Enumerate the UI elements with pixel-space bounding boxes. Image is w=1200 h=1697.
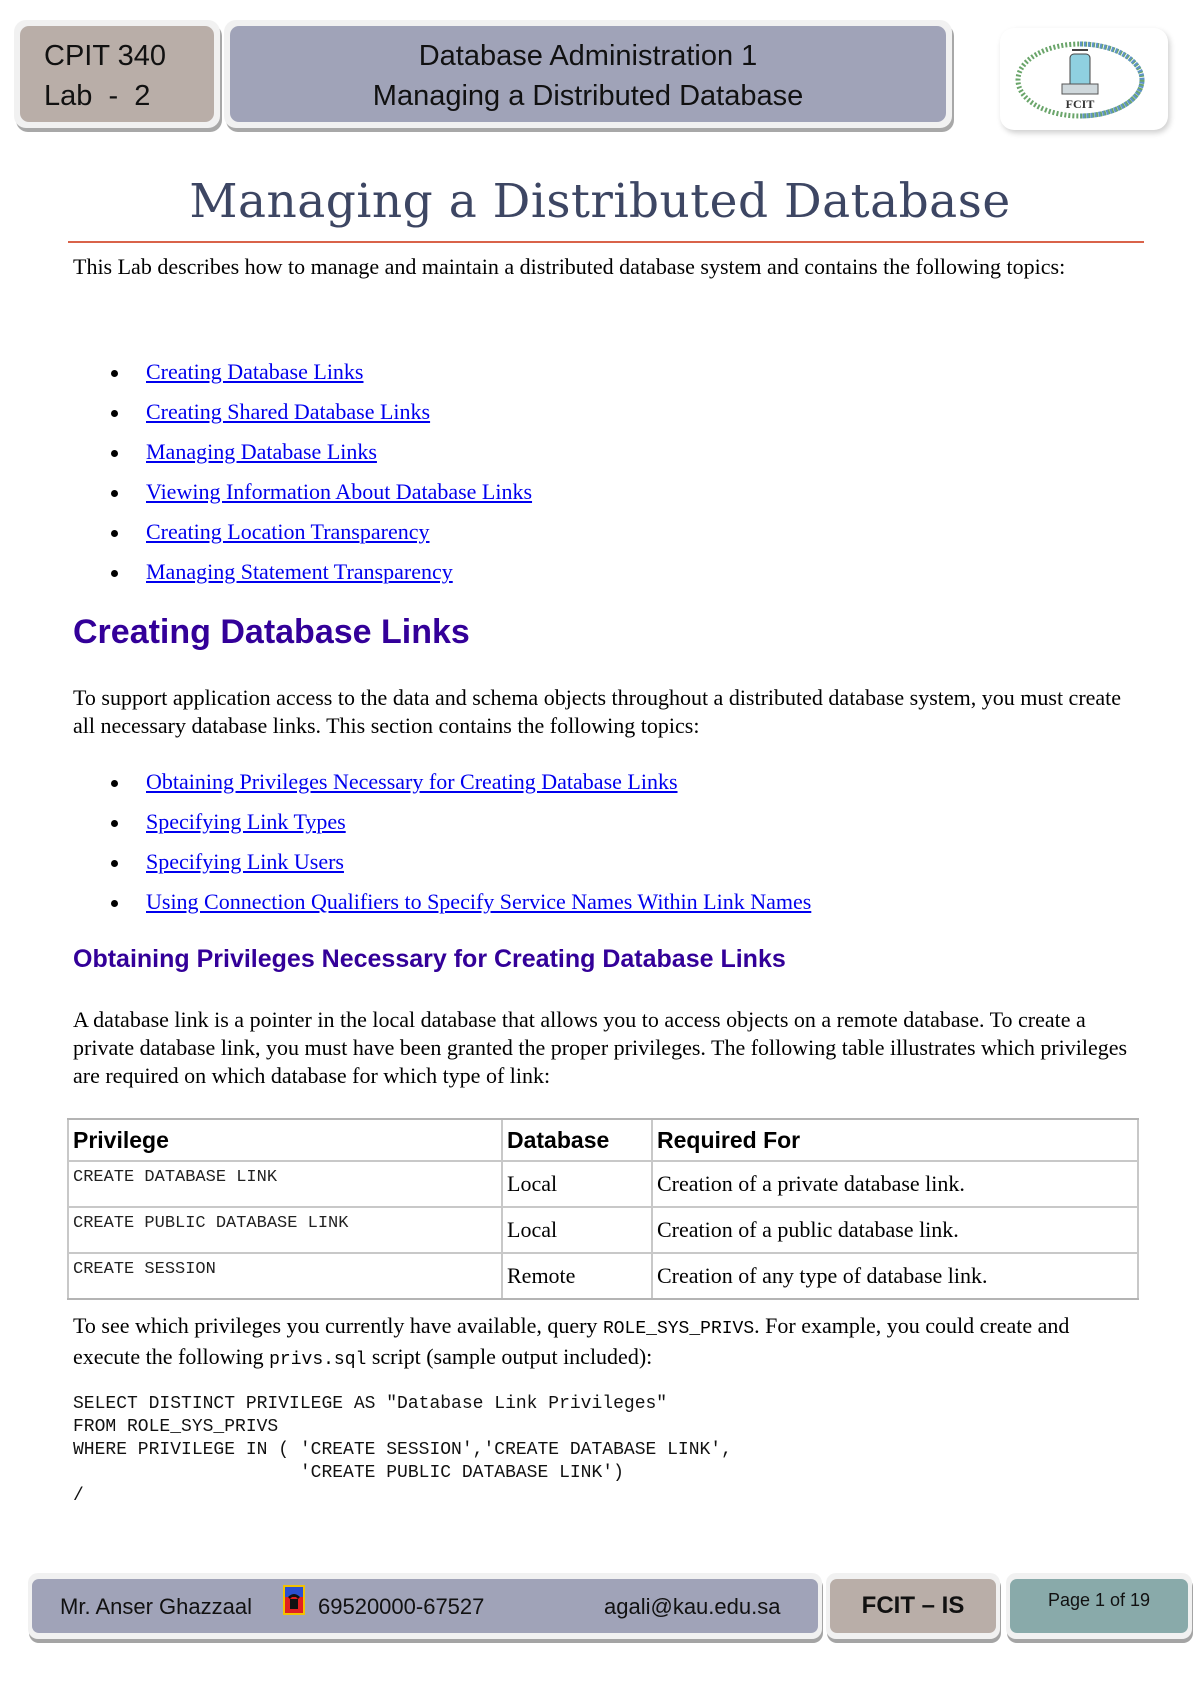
cell-database: Remote (503, 1254, 653, 1298)
query-paragraph: To see which privileges you currently ha… (73, 1312, 1133, 1374)
phone-number: 69520000-67527 (318, 1594, 485, 1619)
cell-privilege: CREATE SESSION (67, 1254, 503, 1298)
list-item: Viewing Information About Database Links (73, 478, 532, 518)
course-title-box: Database Administration 1 Managing a Dis… (224, 20, 952, 128)
title-divider (68, 241, 1144, 243)
topic-link-managing-database-links[interactable]: Managing Database Links (146, 439, 377, 464)
column-header-privilege: Privilege (67, 1120, 503, 1162)
list-item: Creating Database Links (73, 358, 532, 398)
section1-topics-list: Obtaining Privileges Necessary for Creat… (73, 768, 811, 928)
topic-link-viewing-information[interactable]: Viewing Information About Database Links (146, 479, 532, 504)
list-item: Using Connection Qualifiers to Specify S… (73, 888, 811, 928)
section1-paragraph: To support application access to the dat… (73, 685, 1122, 738)
table-row: CREATE SESSION Remote Creation of any ty… (67, 1254, 1139, 1298)
bullet-icon (111, 860, 118, 867)
topic-link-specifying-link-users[interactable]: Specifying Link Users (146, 849, 344, 874)
inline-code-privs-sql: privs.sql (269, 1350, 367, 1370)
table-header-row: Privilege Database Required For (67, 1120, 1139, 1162)
lab-title: Managing a Distributed Database (372, 80, 804, 112)
list-item: Obtaining Privileges Necessary for Creat… (73, 768, 811, 808)
section-heading-creating-database-links: Creating Database Links (73, 613, 470, 651)
bullet-icon (111, 450, 118, 457)
column-header-database: Database (503, 1120, 653, 1162)
list-item: Specifying Link Types (73, 808, 811, 848)
query-text: To see which privileges you currently ha… (73, 1313, 603, 1338)
query-text: script (sample output included): (366, 1344, 653, 1369)
topics-list: Creating Database Links Creating Shared … (73, 358, 532, 598)
bullet-icon (111, 370, 118, 377)
list-item: Managing Statement Transparency (73, 558, 532, 598)
list-item: Creating Location Transparency (73, 518, 532, 558)
topic-link-creating-database-links[interactable]: Creating Database Links (146, 359, 364, 384)
bullet-icon (111, 530, 118, 537)
privileges-table: Privilege Database Required For CREATE D… (67, 1118, 1139, 1300)
intro-paragraph: This Lab describes how to manage and mai… (73, 254, 1066, 279)
cell-database: Local (503, 1208, 653, 1254)
topic-link-specifying-link-types[interactable]: Specifying Link Types (146, 809, 346, 834)
fcit-logo: FCIT (1000, 28, 1168, 130)
inline-code-role-sys-privs: ROLE_SYS_PRIVS (602, 1319, 755, 1339)
topic-link-connection-qualifiers[interactable]: Using Connection Qualifiers to Specify S… (146, 889, 811, 914)
list-item: Creating Shared Database Links (73, 398, 532, 438)
cell-required-for: Creation of any type of database link. (653, 1254, 1139, 1298)
course-code: CPIT 340 (44, 40, 166, 72)
topic-link-creating-shared-database-links[interactable]: Creating Shared Database Links (146, 399, 430, 424)
bullet-icon (111, 780, 118, 787)
bullet-icon (111, 900, 118, 907)
page-number: Page 1 of 19 (1047, 1590, 1151, 1610)
bullet-icon (111, 410, 118, 417)
lab-label: Lab - 2 (44, 80, 151, 112)
section2-paragraph: A database link is a pointer in the loca… (73, 1007, 1128, 1088)
table-row: CREATE PUBLIC DATABASE LINK Local Creati… (67, 1208, 1139, 1254)
bullet-icon (111, 570, 118, 577)
bullet-icon (111, 820, 118, 827)
topic-link-obtaining-privileges[interactable]: Obtaining Privileges Necessary for Creat… (146, 769, 678, 794)
bullet-icon (111, 490, 118, 497)
course-info-box: CPIT 340 Lab - 2 (14, 20, 220, 128)
cell-required-for: Creation of a public database link. (653, 1208, 1139, 1254)
list-item: Managing Database Links (73, 438, 532, 478)
sql-code-block: SELECT DISTINCT PRIVILEGE AS "Database L… (73, 1394, 732, 1506)
telephone-icon (283, 1585, 305, 1615)
table-row: CREATE DATABASE LINK Local Creation of a… (67, 1162, 1139, 1208)
department-label: FCIT – IS (861, 1592, 965, 1619)
cell-required-for: Creation of a private database link. (653, 1162, 1139, 1208)
cell-database: Local (503, 1162, 653, 1208)
list-item: Specifying Link Users (73, 848, 811, 888)
email-link[interactable]: agali@kau.edu.sa (604, 1594, 780, 1620)
course-title: Database Administration 1 (418, 40, 758, 72)
logo-text: FCIT (1066, 97, 1095, 111)
document-title: Managing a Distributed Database (189, 174, 1011, 229)
fcit-emblem-icon: FCIT (1015, 41, 1145, 119)
section-heading-obtaining-privileges: Obtaining Privileges Necessary for Creat… (73, 945, 786, 973)
cell-privilege: CREATE DATABASE LINK (67, 1162, 503, 1208)
column-header-required-for: Required For (653, 1120, 1139, 1162)
topic-link-statement-transparency[interactable]: Managing Statement Transparency (146, 559, 453, 584)
instructor-name: Mr. Anser Ghazzaal (60, 1594, 252, 1619)
topic-link-location-transparency[interactable]: Creating Location Transparency (146, 519, 430, 544)
cell-privilege: CREATE PUBLIC DATABASE LINK (67, 1208, 503, 1254)
